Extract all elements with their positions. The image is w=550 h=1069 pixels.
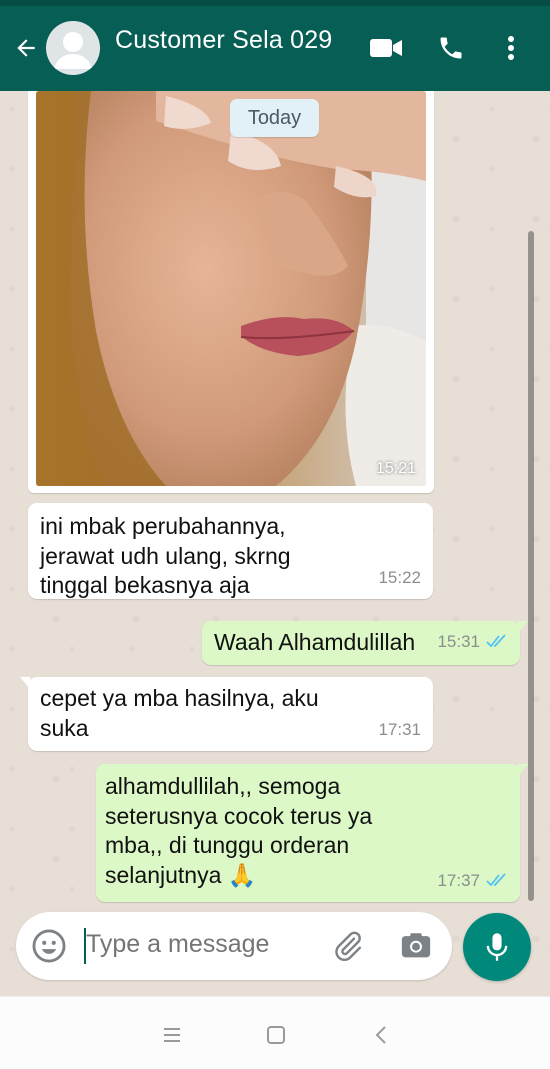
photo-timestamp: 15:21 xyxy=(375,460,416,477)
date-divider: Today xyxy=(230,99,319,137)
chat-area[interactable]: 15:21 Today ini mbak perubahannya, jeraw… xyxy=(0,91,550,996)
message-time: 17:37 xyxy=(437,866,508,896)
message-text: ini mbak perubahannya, jerawat udh ulang… xyxy=(40,513,291,598)
scrollbar[interactable] xyxy=(528,231,534,901)
photo-thumbnail[interactable]: 15:21 xyxy=(36,91,426,486)
contact-name[interactable]: Customer Sela 029 xyxy=(115,26,332,55)
system-back-icon[interactable] xyxy=(363,1017,399,1053)
system-navigation-bar xyxy=(0,996,550,1069)
message-input[interactable] xyxy=(86,930,326,959)
message-time: 15:31 xyxy=(437,627,508,657)
message-time-label: 17:31 xyxy=(378,719,421,739)
incoming-message[interactable]: ini mbak perubahannya, jerawat udh ulang… xyxy=(28,503,433,599)
message-time-label: 15:31 xyxy=(437,631,480,651)
emoji-icon[interactable] xyxy=(29,926,69,966)
home-icon[interactable] xyxy=(258,1017,294,1053)
message-composer[interactable] xyxy=(16,912,452,980)
outgoing-message[interactable]: alhamdullilah,, semoga seterusnya cocok … xyxy=(96,764,528,902)
video-call-icon[interactable] xyxy=(366,30,406,66)
incoming-message[interactable]: cepet ya mba hasilnya, aku suka 17:31 xyxy=(20,677,433,751)
bubble-tail xyxy=(20,677,30,689)
voice-call-icon[interactable] xyxy=(431,30,471,66)
status-bar xyxy=(0,0,550,6)
microphone-icon xyxy=(486,933,508,961)
avatar[interactable] xyxy=(46,21,100,75)
voice-record-button[interactable] xyxy=(463,913,531,981)
recent-apps-icon[interactable] xyxy=(154,1017,190,1053)
more-options-icon[interactable] xyxy=(491,30,531,66)
double-check-icon xyxy=(486,634,506,648)
outgoing-message[interactable]: Waah Alhamdulillah 15:31 xyxy=(202,621,528,665)
message-time-label: 15:22 xyxy=(378,567,421,587)
message-text: alhamdullilah,, semoga seterusnya cocok … xyxy=(105,773,373,888)
message-time-label: 17:37 xyxy=(437,870,480,890)
back-arrow-icon[interactable] xyxy=(10,32,42,64)
bubble-tail xyxy=(518,764,528,776)
camera-icon[interactable] xyxy=(396,926,436,966)
double-check-icon xyxy=(486,873,506,887)
message-time: 17:31 xyxy=(378,715,421,745)
message-text: cepet ya mba hasilnya, aku suka xyxy=(40,685,319,741)
chat-header: Customer Sela 029 xyxy=(0,0,550,91)
message-text: Waah Alhamdulillah xyxy=(214,629,416,655)
bubble-tail xyxy=(518,621,528,633)
message-time: 15:22 xyxy=(378,563,421,593)
image-message[interactable]: 15:21 xyxy=(28,91,434,493)
attach-icon[interactable] xyxy=(328,926,368,966)
